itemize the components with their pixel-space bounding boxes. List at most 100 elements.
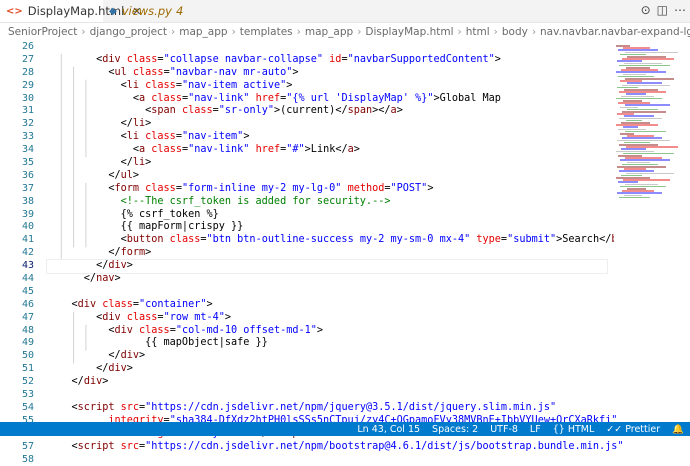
code-line[interactable]: </nav> [47,273,607,286]
tab-views-py[interactable]: ◆ views.py 4 [103,0,203,22]
code-line[interactable]: <div class="container"> [47,299,607,312]
code-line[interactable]: <script src="https://cdn.jsdelivr.net/np… [47,441,607,454]
code-token: "nav-item" [182,131,243,142]
code-line[interactable]: <div class="row mt-4"> [47,312,607,325]
breadcrumb-item[interactable]: nav.navbar.navbar-expand-lg.navbar-light… [540,26,690,38]
code-line[interactable]: {{ mapObject|safe }} [47,337,607,350]
breadcrumb-item[interactable]: templates [240,26,293,38]
line-number-gutter: 2627282930313233343536373839404142434445… [0,41,40,466]
code-line[interactable]: <script src="https://cdn.jsdelivr.net/np… [47,402,607,415]
code-line[interactable]: <ul class="navbar-nav mr-auto"> [47,67,607,80]
code-token: id [323,54,341,65]
line-number: 26 [0,41,40,54]
code-token: div [102,312,120,323]
code-line[interactable]: {{ mapForm|crispy }} [47,221,607,234]
line-number: 58 [0,454,40,466]
code-line[interactable]: <div class="collapse navbar-collapse" id… [47,54,607,67]
code-token: "https://cdn.jsdelivr.net/npm/bootstrap@… [145,441,623,452]
compare-icon[interactable]: ⊙ [641,3,651,17]
breadcrumb-item[interactable]: SeniorProject [8,26,77,38]
status-bar: Ln 43, Col 15 Spaces: 2 UTF-8 LF {} HTML… [0,422,690,436]
code-token: span [348,105,373,116]
code-token: "navbar-nav mr-auto" [170,67,293,78]
line-number: 47 [0,312,40,325]
code-line[interactable]: </li> [47,157,607,170]
line-number: 28 [0,67,40,80]
line-number: 40 [0,221,40,234]
breadcrumb-item[interactable]: map_app [179,26,227,38]
code-token: li [133,118,145,129]
code-token: "nav-item active" [182,80,286,91]
code-token: method [341,183,384,194]
code-token: src [114,402,139,413]
code-line[interactable] [47,389,607,402]
code-line[interactable]: <a class="nav-link" href="#">Link</a> [47,144,607,157]
code-line[interactable]: </div> [47,260,607,273]
code-line[interactable]: </li> [47,118,607,131]
code-line[interactable] [47,41,607,54]
code-line[interactable] [47,286,607,299]
code-line[interactable]: <li class="nav-item"> [47,131,607,144]
code-token: < [47,67,114,78]
code-token: < [47,402,78,413]
code-token: {{ mapForm|crispy }} [47,221,243,232]
breadcrumb-item[interactable]: django_project [90,26,167,38]
breadcrumb-item[interactable]: map_app [305,26,353,38]
code-line[interactable]: <button class="btn btn-outline-success m… [47,234,607,247]
code-token: > [139,350,145,361]
code-line[interactable]: <span class="sr-only">(current)</span></… [47,105,607,118]
breadcrumb: SeniorProject›django_project›map_app›tem… [0,23,690,40]
code-line[interactable] [47,454,607,466]
code-token: href [249,144,280,155]
code-token: href [249,93,280,104]
split-editor-icon[interactable]: ◫ [657,3,668,17]
chevron-right-icon: › [458,26,462,38]
code-token: class [139,80,176,91]
code-line[interactable]: <form class="form-inline my-2 my-lg-0" m… [47,183,607,196]
line-number: 50 [0,350,40,363]
code-token: > [354,144,360,155]
code-token: div [84,376,102,387]
problem-count-badge: 4 [176,4,183,18]
breadcrumb-item[interactable]: body [502,26,528,38]
code-token: < [47,325,114,336]
minimap[interactable] [614,41,690,401]
cursor-position[interactable]: Ln 43, Col 15 [357,424,420,435]
code-line[interactable]: </div> [47,363,607,376]
line-number: 57 [0,441,40,454]
code-line[interactable]: {% csrf_token %} [47,209,607,222]
tab-bar: <> DisplayMap.html ✕ ◆ views.py 4 ⊙ ◫ ⋯ [0,0,690,23]
line-number: 37 [0,183,40,196]
code-token: class [127,67,164,78]
more-actions-icon[interactable]: ⋯ [674,3,686,17]
encoding[interactable]: UTF-8 [490,424,518,435]
code-editor[interactable]: <div class="collapse navbar-collapse" id… [47,41,607,466]
code-token: > [127,363,133,374]
code-line[interactable]: </div> [47,350,607,363]
code-token: > [427,183,433,194]
editor-actions: ⊙ ◫ ⋯ [641,3,686,17]
tab-displaymap-html[interactable]: <> DisplayMap.html ✕ [0,0,103,22]
code-line[interactable]: </ul> [47,170,607,183]
code-line[interactable]: <li class="nav-item active"> [47,80,607,93]
code-line[interactable]: </form> [47,247,607,260]
prettier-status[interactable]: ✓✓ Prettier [606,424,660,435]
check-double-icon: ✓✓ [606,424,622,435]
code-line[interactable]: <div class="col-md-10 offset-md-1"> [47,325,607,338]
code-token: >(current)</ [274,105,348,116]
language-mode[interactable]: {} HTML [553,424,595,435]
line-number: 51 [0,363,40,376]
line-number: 41 [0,234,40,247]
line-number: 43 [0,260,40,273]
code-line[interactable]: <!--The csrf_token is added for security… [47,196,607,209]
notifications-icon[interactable]: 🔔 [672,424,684,435]
code-token: div [108,260,126,271]
line-ending[interactable]: LF [530,424,541,435]
html-file-icon: <> [6,6,23,17]
code-token: {% csrf_token %} [47,209,219,220]
breadcrumb-item[interactable]: html [466,26,490,38]
indentation[interactable]: Spaces: 2 [432,424,478,435]
code-line[interactable]: <a class="nav-link" href="{% url 'Displa… [47,93,607,106]
code-line[interactable]: </div> [47,376,607,389]
breadcrumb-item[interactable]: DisplayMap.html [365,26,453,38]
